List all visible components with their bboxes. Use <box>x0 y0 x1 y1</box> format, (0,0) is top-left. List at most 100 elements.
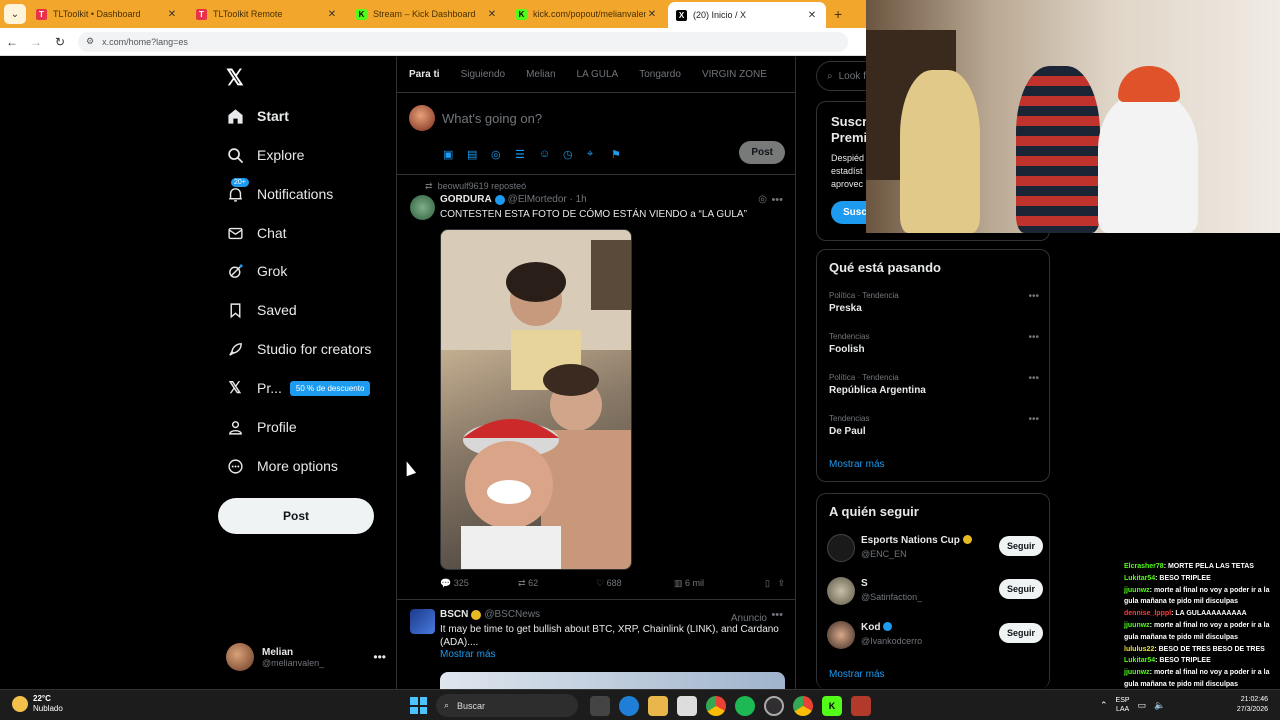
follow-suggestion[interactable]: Esports Nations Cup @ENC_EN Seguir <box>827 534 1043 564</box>
close-icon[interactable]: ✕ <box>646 9 658 20</box>
chevron-up-icon[interactable]: ⌃ <box>1100 700 1108 711</box>
browser-tab-active[interactable]: X (20) Inicio / X ✕ <box>668 2 826 28</box>
chat-username[interactable]: Lukitar54 <box>1124 575 1155 582</box>
author-handle[interactable]: @BSCNews <box>484 609 540 620</box>
url-field[interactable]: ⚙ x.com/home?lang=es <box>78 31 848 52</box>
composer-post-button[interactable]: Post <box>739 141 785 164</box>
author-name[interactable]: GORDURA <box>440 194 492 205</box>
trend-item[interactable]: Política · Tendencia Preska ••• <box>829 291 1039 314</box>
author-handle[interactable]: @ElMortedor <box>508 194 567 205</box>
chrome-icon[interactable] <box>706 696 726 716</box>
speaker-icon[interactable]: 🔈 <box>1154 700 1165 711</box>
chat-username[interactable]: jjuunwz <box>1124 587 1150 594</box>
close-icon[interactable]: ✕ <box>806 10 818 21</box>
more-icon[interactable]: ••• <box>771 609 783 621</box>
reload-icon[interactable]: ↻ <box>48 35 72 49</box>
grok-icon[interactable]: ◎ <box>491 148 515 161</box>
nav-item-studio[interactable]: Studio for creators <box>226 337 371 361</box>
avatar[interactable] <box>410 609 435 634</box>
language-indicator[interactable]: ESP LAA <box>1116 696 1130 714</box>
browser-tab[interactable]: K kick.com/popout/melianvalen/ ✕ <box>508 2 666 26</box>
browser-tab[interactable]: T TLToolkit • Dashboard ✕ <box>28 2 186 26</box>
nav-item-notifications[interactable]: 20+ Notifications <box>226 177 333 206</box>
follow-suggestion[interactable]: S @Satinfaction_ Seguir <box>827 577 1043 607</box>
flag-icon[interactable]: ⚑ <box>611 148 635 161</box>
composer-input[interactable]: What's going on? <box>442 111 542 126</box>
tab-search-button[interactable]: ⌄ <box>4 4 26 24</box>
nav-item-premium[interactable]: 𝕏 Pr... 50 % de descuento <box>226 376 371 400</box>
share-icon[interactable]: ⇪ <box>777 578 785 589</box>
chat-username[interactable]: jjuunwz <box>1124 669 1150 676</box>
more-icon[interactable]: ••• <box>373 650 386 664</box>
chrome-icon[interactable] <box>793 696 813 716</box>
nav-item-start[interactable]: Start <box>226 104 289 128</box>
tab-siguiendo[interactable]: Siguiendo <box>461 69 505 80</box>
follow-button[interactable]: Seguir <box>998 536 1043 556</box>
tweet[interactable]: BSCN @BSCNews Anuncio ••• It may be time… <box>397 600 795 690</box>
browser-tab[interactable]: T TLToolkit Remote ✕ <box>188 2 346 26</box>
trend-item[interactable]: Tendencias Foolish ••• <box>829 332 1039 355</box>
back-icon[interactable]: ← <box>0 35 24 49</box>
tab-para-ti[interactable]: Para ti <box>409 69 440 80</box>
obs-icon[interactable] <box>764 696 784 716</box>
bookmark-icon[interactable]: ▯ <box>765 578 777 589</box>
emoji-icon[interactable]: ☺ <box>539 148 563 161</box>
nav-item-grok[interactable]: Grok <box>226 259 287 283</box>
more-icon[interactable]: ••• <box>1028 373 1039 384</box>
tweet[interactable]: ⇄ beowulf9619 reposteó GORDURA @ElMorted… <box>397 175 795 600</box>
close-icon[interactable]: ✕ <box>166 9 178 20</box>
nav-item-saved[interactable]: Saved <box>226 298 297 322</box>
reply-button[interactable]: 💬 325 <box>440 578 518 589</box>
location-icon[interactable]: ⌖ <box>587 148 611 161</box>
kick-icon[interactable]: K <box>822 696 842 716</box>
weather-widget[interactable]: 22°C Nublado <box>12 694 63 714</box>
folder-icon[interactable] <box>648 696 668 716</box>
tweet-photo[interactable] <box>440 229 632 570</box>
spotify-icon[interactable] <box>735 696 755 716</box>
follow-button[interactable]: Seguir <box>998 579 1043 599</box>
avatar[interactable] <box>410 195 435 220</box>
edge-icon[interactable] <box>619 696 639 716</box>
site-info-icon[interactable]: ⚙ <box>86 36 94 47</box>
show-more-link[interactable]: Mostrar más <box>440 649 496 660</box>
trends-show-more-link[interactable]: Mostrar más <box>829 459 885 470</box>
image-icon[interactable]: ▣ <box>443 148 467 161</box>
tab-la-gula[interactable]: LA GULA <box>577 69 619 80</box>
tab-tongardo[interactable]: Tongardo <box>639 69 681 80</box>
browser-tab[interactable]: K Stream – Kick Dashboard ✕ <box>348 2 506 26</box>
taskbar-search[interactable]: ⌕ Buscar <box>436 694 578 717</box>
account-switcher[interactable]: Melian @melianvalen_ ••• <box>226 641 386 673</box>
tab-melian[interactable]: Melian <box>526 69 555 80</box>
trend-item[interactable]: Política · Tendencia República Argentina… <box>829 373 1039 396</box>
chat-username[interactable]: dennise_lpppl <box>1124 610 1171 617</box>
app-icon[interactable] <box>851 696 871 716</box>
monitor-icon[interactable]: ▭ <box>1138 700 1147 711</box>
chat-username[interactable]: jjuunwz <box>1124 622 1150 629</box>
new-tab-icon[interactable]: + <box>834 6 842 22</box>
close-icon[interactable]: ✕ <box>326 9 338 20</box>
views-button[interactable]: ▥ 6 mil <box>674 578 752 589</box>
chat-username[interactable]: Elcrasher78 <box>1124 563 1164 570</box>
nav-item-explore[interactable]: Explore <box>226 143 304 167</box>
trend-item[interactable]: Tendencias De Paul ••• <box>829 414 1039 437</box>
nav-item-profile[interactable]: Profile <box>226 415 297 439</box>
store-icon[interactable] <box>677 696 697 716</box>
forward-icon[interactable]: → <box>24 35 48 49</box>
more-icon[interactable]: ••• <box>771 194 783 206</box>
tab-virgin-zone[interactable]: VIRGIN ZONE <box>702 69 767 80</box>
like-button[interactable]: ♡ 688 <box>596 578 674 589</box>
grok-icon[interactable]: ◎ <box>758 194 767 205</box>
post-button[interactable]: Post <box>218 498 374 534</box>
more-icon[interactable]: ••• <box>1028 332 1039 343</box>
schedule-icon[interactable]: ◷ <box>563 148 587 161</box>
file-explorer-icon[interactable] <box>590 696 610 716</box>
poll-icon[interactable]: ☰ <box>515 148 539 161</box>
repost-button[interactable]: ⇄ 62 <box>518 578 596 589</box>
close-icon[interactable]: ✕ <box>486 9 498 20</box>
follow-suggestion[interactable]: Kod @Ivankodcerro Seguir <box>827 621 1043 651</box>
chat-username[interactable]: Lukitar54 <box>1124 657 1155 664</box>
nav-item-chat[interactable]: Chat <box>226 221 287 245</box>
author-name[interactable]: BSCN <box>440 609 468 620</box>
chat-username[interactable]: lululus22 <box>1124 646 1154 653</box>
clock[interactable]: 21:02:46 27/3/2026 <box>1237 695 1268 715</box>
